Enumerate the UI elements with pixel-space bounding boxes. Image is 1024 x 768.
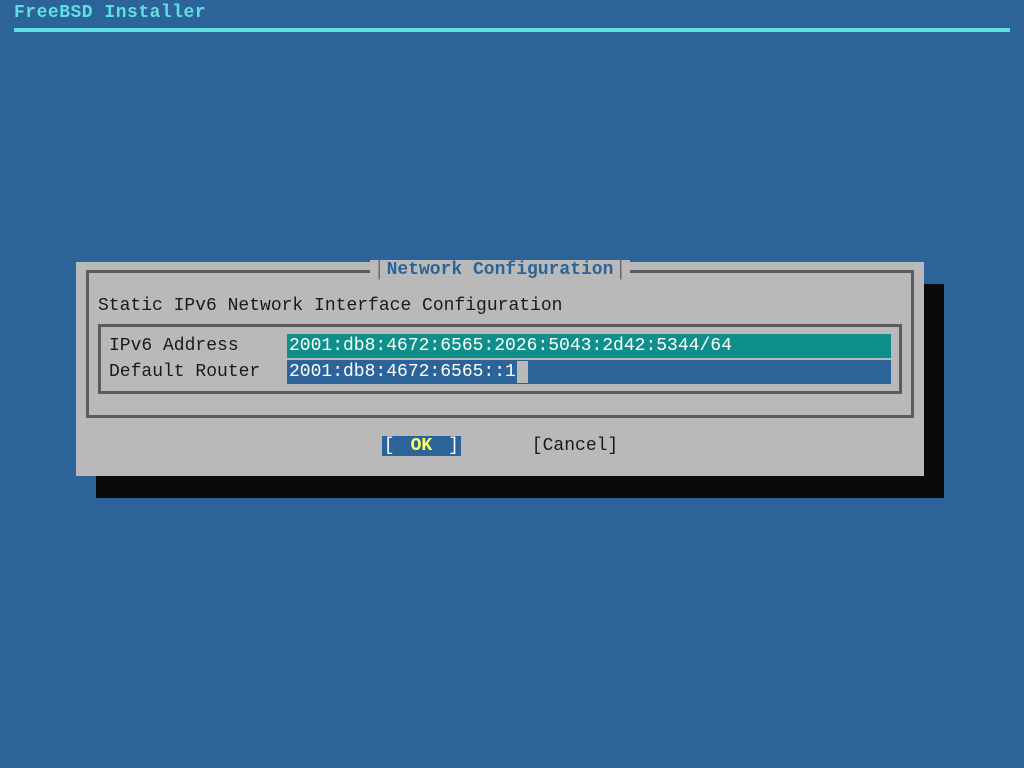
default-router-value: 2001:db8:4672:6565::1 xyxy=(289,360,516,384)
installer-screen: FreeBSD Installer Network Configuration … xyxy=(0,0,1024,768)
dialog-title-wrap: Network Configuration xyxy=(89,272,911,292)
field-row-ipv6-address: IPv6 Address 2001:db8:4672:6565:2026:504… xyxy=(109,333,891,359)
dialog-button-row: [OK] [Cancel] xyxy=(76,436,924,456)
default-router-label: Default Router xyxy=(109,362,287,382)
dialog-title: Network Configuration xyxy=(370,260,630,280)
fields-frame: IPv6 Address 2001:db8:4672:6565:2026:504… xyxy=(98,324,902,394)
ipv6-address-label: IPv6 Address xyxy=(109,336,287,356)
network-config-dialog: Network Configuration Static IPv6 Networ… xyxy=(76,262,924,476)
app-title: FreeBSD Installer xyxy=(14,3,206,23)
cancel-button[interactable]: [Cancel] xyxy=(532,436,618,456)
ok-button[interactable]: [OK] xyxy=(382,436,461,456)
header-rule xyxy=(14,28,1010,32)
field-row-default-router: Default Router 2001:db8:4672:6565::1 xyxy=(109,359,891,385)
text-cursor-icon xyxy=(517,361,528,383)
dialog-subtitle: Static IPv6 Network Interface Configurat… xyxy=(98,296,562,316)
cancel-button-label: Cancel xyxy=(543,436,608,456)
ok-button-label: OK xyxy=(397,436,447,456)
ipv6-address-input[interactable]: 2001:db8:4672:6565:2026:5043:2d42:5344/6… xyxy=(287,334,891,358)
ipv6-address-value: 2001:db8:4672:6565:2026:5043:2d42:5344/6… xyxy=(289,334,732,358)
default-router-input[interactable]: 2001:db8:4672:6565::1 xyxy=(287,360,891,384)
